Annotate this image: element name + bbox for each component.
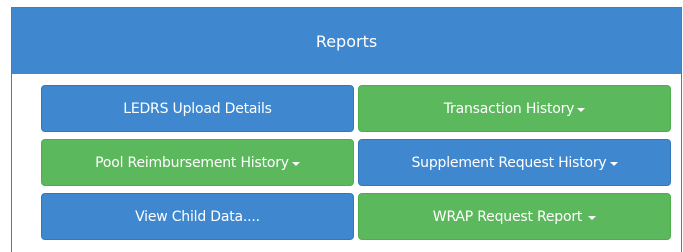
button-label: WRAP Request Report — [432, 208, 583, 225]
button-label: Pool Reimbursement History — [95, 154, 289, 171]
caret-down-icon — [609, 161, 618, 166]
pool-reimbursement-history-dropdown-button[interactable]: Pool Reimbursement History — [41, 139, 354, 186]
supplement-request-history-dropdown-button[interactable]: Supplement Request History — [358, 139, 671, 186]
wrap-request-report-dropdown-button[interactable]: WRAP Request Report — [358, 193, 671, 240]
button-label: Supplement Request History — [411, 154, 607, 171]
transaction-history-dropdown-button[interactable]: Transaction History — [358, 85, 671, 132]
button-label: View Child Data.... — [135, 208, 260, 225]
caret-down-icon — [588, 215, 597, 220]
view-child-data-button[interactable]: View Child Data.... — [41, 193, 354, 240]
caret-down-icon — [291, 161, 300, 166]
button-label: Transaction History — [443, 100, 575, 117]
panel-title: Reports — [315, 31, 378, 51]
panel-header: Reports — [12, 8, 681, 74]
ledrs-upload-details-button[interactable]: LEDRS Upload Details — [41, 85, 354, 132]
button-label: LEDRS Upload Details — [123, 100, 272, 117]
caret-down-icon — [577, 107, 586, 112]
